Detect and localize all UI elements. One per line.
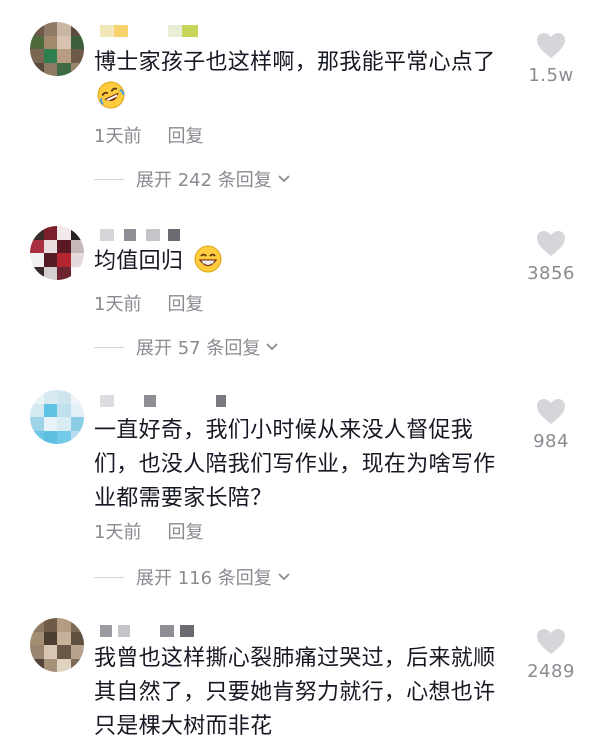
heart-icon: [537, 231, 565, 256]
heart-icon: [537, 629, 565, 654]
expand-replies-label: 展开 116 条回复: [136, 568, 272, 589]
heart-icon: [537, 33, 565, 58]
like-count: 2489: [527, 661, 575, 682]
reply-button[interactable]: 回复: [167, 122, 203, 148]
chevron-down-icon: [278, 573, 290, 581]
expand-replies-label: 展开 242 条回复: [136, 170, 272, 191]
comment-text: 均值回归: [94, 244, 524, 279]
username-masked[interactable]: [100, 392, 226, 410]
username-masked[interactable]: [100, 226, 180, 244]
comment-text: 我曾也这样撕心裂肺痛过哭过，后来就顺其自然了，只要她肯努力就行，心想也许只是棵大…: [94, 646, 496, 739]
expand-replies-button[interactable]: 展开 116 条回复: [94, 564, 292, 590]
expand-replies-button[interactable]: 展开 57 条回复: [94, 334, 280, 360]
avatar[interactable]: [30, 22, 84, 76]
comment-text: 一直好奇，我们小时候从来没人督促我们，也没人陪我们写作业，现在为啥写作业都需要家…: [94, 418, 496, 511]
grin-emoji-icon: [194, 245, 221, 273]
comment-meta: 1天前 回复: [94, 122, 203, 148]
like-button[interactable]: 1.5w: [516, 32, 586, 86]
expand-replies-label: 展开 57 条回复: [136, 338, 261, 359]
comment-time: 1天前: [94, 522, 142, 543]
like-button[interactable]: 984: [516, 398, 586, 452]
chevron-down-icon: [266, 343, 278, 351]
like-count: 3856: [527, 263, 575, 284]
comment-meta: 1天前 回复: [94, 518, 203, 544]
like-button[interactable]: 3856: [516, 230, 586, 284]
avatar[interactable]: [30, 226, 84, 280]
rofl-emoji-icon: [97, 81, 125, 109]
divider: [94, 576, 124, 578]
like-count: 1.5w: [528, 65, 574, 86]
reply-button[interactable]: 回复: [167, 518, 203, 544]
divider: [94, 178, 124, 180]
divider: [94, 346, 124, 348]
comment-time: 1天前: [94, 126, 142, 147]
comment-meta: 1天前 回复: [94, 290, 203, 316]
avatar[interactable]: [30, 390, 84, 444]
comment-time: 1天前: [94, 294, 142, 315]
avatar[interactable]: [30, 618, 84, 672]
like-button[interactable]: 2489: [516, 628, 586, 682]
comment-text: 博士家孩子也这样啊，那我能平常心点了: [94, 46, 524, 115]
chevron-down-icon: [278, 175, 290, 183]
reply-button[interactable]: 回复: [167, 290, 203, 316]
expand-replies-button[interactable]: 展开 242 条回复: [94, 166, 292, 192]
username-masked[interactable]: [100, 622, 194, 640]
like-count: 984: [533, 431, 569, 452]
username-masked[interactable]: [100, 22, 198, 40]
heart-icon: [537, 399, 565, 424]
